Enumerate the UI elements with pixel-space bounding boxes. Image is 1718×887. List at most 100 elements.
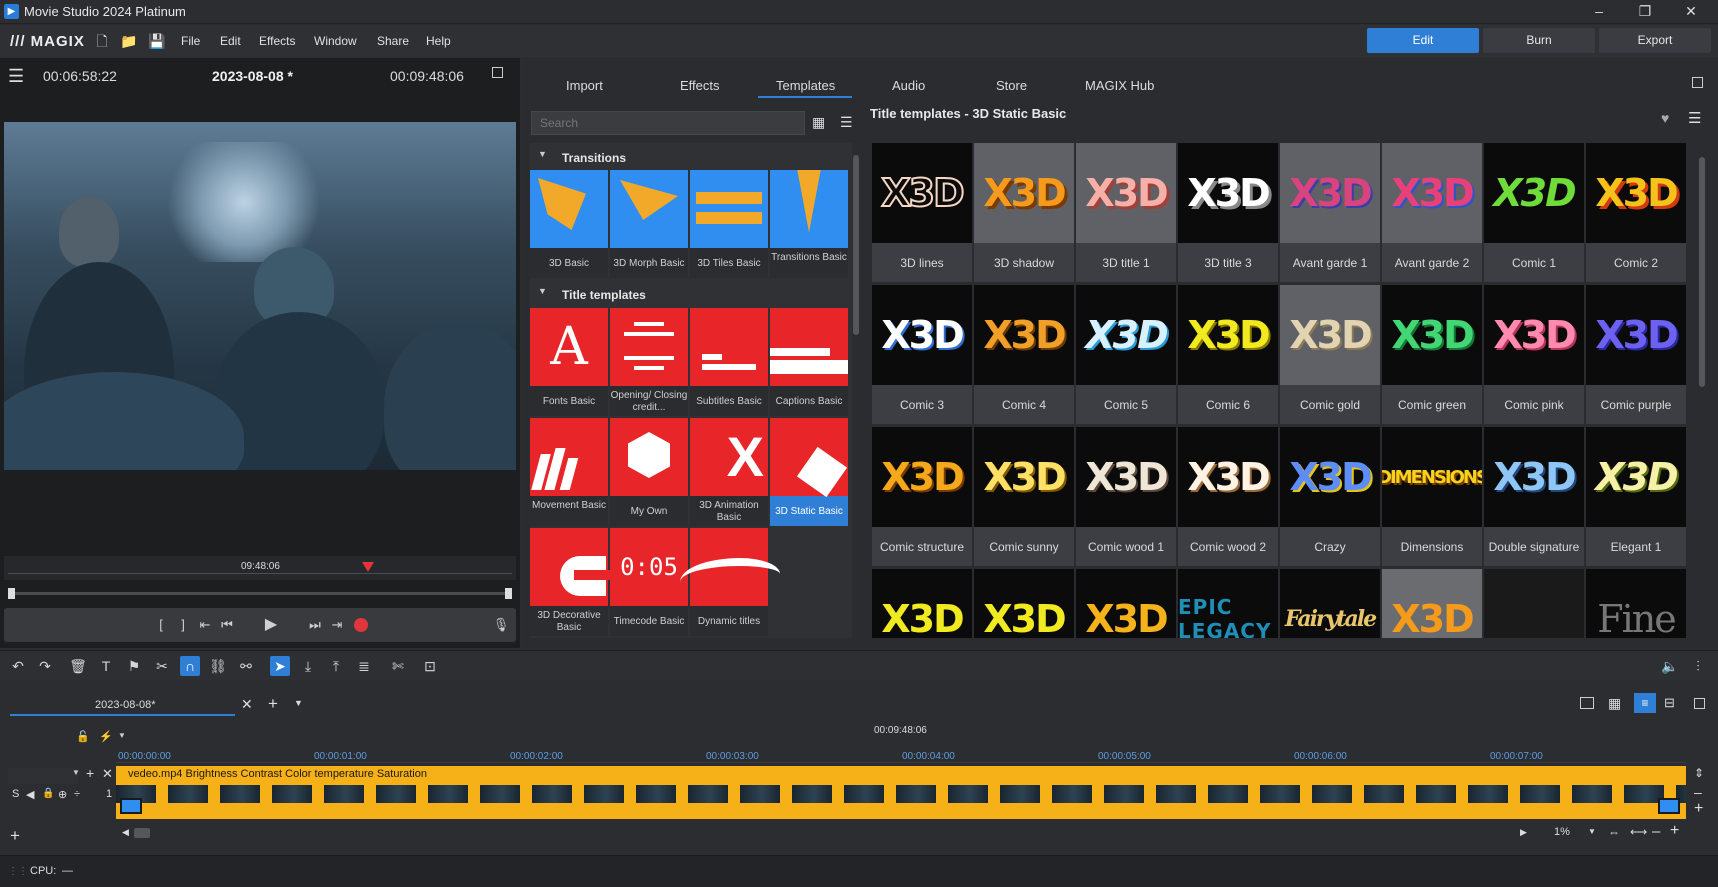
menu-help[interactable]: Help	[426, 34, 451, 48]
zoom-level[interactable]: 1%	[1554, 826, 1570, 838]
maximize-preview-icon[interactable]	[492, 67, 503, 78]
close-icon[interactable]: ✕	[1668, 0, 1714, 24]
redo-icon[interactable]: ↷	[35, 656, 55, 676]
insert-mode-icon[interactable]: ⤓	[298, 656, 318, 676]
go-end-icon[interactable]: ⏭	[306, 616, 324, 634]
category-captions-basic[interactable]: Captions Basic	[770, 308, 848, 416]
template-row4-2[interactable]: X3D	[1076, 569, 1176, 638]
burn-mode-button[interactable]: Burn	[1483, 28, 1595, 53]
track-mute-icon[interactable]: ◀	[26, 788, 34, 801]
template-comic-6[interactable]: X3D Comic 6	[1178, 285, 1278, 424]
template-comic-wood-2[interactable]: X3D Comic wood 2	[1178, 427, 1278, 566]
menu-share[interactable]: Share	[377, 34, 409, 48]
hamburger-menu-icon[interactable]: ☰	[8, 66, 24, 87]
tab-magix-hub[interactable]: MAGIX Hub	[1085, 78, 1154, 93]
template-comic-wood-1[interactable]: X3D Comic wood 1	[1076, 427, 1176, 566]
tab-effects[interactable]: Effects	[680, 78, 720, 93]
template-row4-7[interactable]: Fine	[1586, 569, 1686, 638]
delete-icon[interactable]: 🗑	[68, 656, 88, 676]
overwrite-mode-icon[interactable]: ⤒	[326, 656, 346, 676]
template-avant-garde-1[interactable]: X3D Avant garde 1	[1280, 143, 1380, 282]
template-comic-5[interactable]: X3D Comic 5	[1076, 285, 1176, 424]
tab-dropdown-icon[interactable]: ▼	[294, 698, 303, 708]
unlink-icon[interactable]: ⚯	[236, 656, 256, 676]
microphone-icon[interactable]: 🎙	[492, 616, 510, 634]
template-row4-3[interactable]: EPIC LEGACY	[1178, 569, 1278, 638]
next-marker-icon[interactable]: ⇥	[328, 616, 346, 634]
category-3d-basic[interactable]: 3D Basic	[530, 170, 608, 278]
playhead-marker[interactable]	[362, 562, 374, 572]
split-icon[interactable]: ✂	[152, 656, 172, 676]
category-3d-decorative-basic[interactable]: 3D Decorative Basic	[530, 528, 614, 636]
track-effects-icon[interactable]: ⊕	[58, 788, 67, 801]
template-3d-lines[interactable]: X3D 3D lines	[872, 143, 972, 282]
menu-window[interactable]: Window	[314, 34, 357, 48]
add-tab-icon[interactable]: +	[268, 694, 278, 714]
template-dimensions[interactable]: DIMENSIONS Dimensions	[1382, 427, 1482, 566]
track-height-icon[interactable]: ⇕	[1694, 766, 1704, 780]
template-avant-garde-2[interactable]: X3D Avant garde 2	[1382, 143, 1482, 282]
marker-flag-icon[interactable]: ⚑	[124, 656, 144, 676]
track-split-icon[interactable]: ÷	[74, 788, 80, 800]
timeline-scrollbar[interactable]: ◀ ▶	[116, 826, 1686, 840]
link-icon[interactable]: ⛓	[208, 656, 228, 676]
clip-end-handle[interactable]	[1658, 798, 1680, 814]
category-transitions-basic[interactable]: Transitions Basic	[770, 170, 848, 278]
menu-edit[interactable]: Edit	[220, 34, 241, 48]
zoom-range-icon[interactable]: ⟷	[1630, 825, 1647, 839]
position-slider[interactable]	[8, 588, 512, 599]
go-start-icon[interactable]: ⏮	[218, 616, 236, 634]
magnet-icon[interactable]: ∩	[180, 656, 200, 676]
timeline-tab[interactable]: 2023-08-08*	[95, 699, 156, 711]
solo-button[interactable]: S	[12, 788, 19, 800]
tab-templates[interactable]: Templates	[776, 78, 835, 93]
zoom-dropdown-icon[interactable]: ▼	[1588, 827, 1596, 836]
template-comic-2[interactable]: X3D Comic 2	[1586, 143, 1686, 282]
timeline-view-icon[interactable]: ≡	[1634, 693, 1656, 713]
mark-out-icon[interactable]: ]	[174, 616, 192, 634]
template-comic-pink[interactable]: X3D Comic pink	[1484, 285, 1584, 424]
save-icon[interactable]: 💾	[148, 33, 165, 49]
clip-filmstrip[interactable]	[116, 785, 1686, 803]
template-comic-purple[interactable]: X3D Comic purple	[1586, 285, 1686, 424]
category-3d-static-basic[interactable]: 3D Static Basic	[770, 418, 848, 526]
restore-icon[interactable]: ❐	[1622, 0, 1668, 24]
category-dynamic-titles[interactable]: Dynamic titles	[680, 528, 780, 636]
add-new-track-icon[interactable]: +	[10, 826, 20, 846]
track-plus-icon[interactable]: +	[1694, 800, 1703, 818]
template-comic-sunny[interactable]: X3D Comic sunny	[974, 427, 1074, 566]
template-row4-0[interactable]: X3D	[872, 569, 972, 638]
tab-store[interactable]: Store	[996, 78, 1027, 93]
template-row4-1[interactable]: X3D	[974, 569, 1074, 638]
template-double-signature[interactable]: X3D Double signature	[1484, 427, 1584, 566]
category-movement-basic[interactable]: Movement Basic	[530, 418, 608, 526]
search-input[interactable]	[531, 111, 805, 135]
trim-icon[interactable]: ✄	[388, 656, 408, 676]
template-3d-title-1[interactable]: X3D 3D title 1	[1076, 143, 1176, 282]
tab-audio[interactable]: Audio	[892, 78, 925, 93]
category-opening-closing-credits[interactable]: Opening/ Closing credit...	[610, 308, 688, 416]
template-row4-6[interactable]	[1484, 569, 1584, 638]
title-tool-icon[interactable]: T	[96, 656, 116, 676]
volume-icon[interactable]: 🔈	[1660, 656, 1680, 676]
template-3d-shadow[interactable]: X3D 3D shadow	[974, 143, 1074, 282]
template-comic-4[interactable]: X3D Comic 4	[974, 285, 1074, 424]
category-fonts-basic[interactable]: A Fonts Basic	[530, 308, 608, 416]
zoom-in-icon[interactable]: +	[1670, 822, 1679, 840]
snap-icon[interactable]: ⚡	[99, 730, 113, 743]
undo-icon[interactable]: ↶	[8, 656, 28, 676]
category-timecode-basic[interactable]: 0:05 Timecode Basic	[610, 528, 688, 636]
template-row4-4[interactable]: Fairytale	[1280, 569, 1380, 638]
category-3d-animation-basic[interactable]: X 3D Animation Basic	[690, 418, 768, 526]
clip-start-handle[interactable]	[120, 798, 142, 814]
timeline-ruler[interactable]: 00:00:00:00 00:00:01:00 00:00:02:00 00:00:0…	[116, 745, 1686, 763]
mark-in-icon[interactable]: [	[152, 616, 170, 634]
menu-effects[interactable]: Effects	[259, 34, 295, 48]
ripple-icon[interactable]: ≣	[354, 656, 374, 676]
new-file-icon[interactable]: 🗋	[94, 33, 110, 49]
zoom-out-icon[interactable]: –	[1652, 823, 1660, 840]
zoom-fit-icon[interactable]: ⇔	[1608, 825, 1620, 839]
template-row4-5[interactable]: X3D	[1382, 569, 1482, 638]
maximize-media-icon[interactable]	[1692, 77, 1703, 88]
template-3d-title-3[interactable]: X3D 3D title 3	[1178, 143, 1278, 282]
